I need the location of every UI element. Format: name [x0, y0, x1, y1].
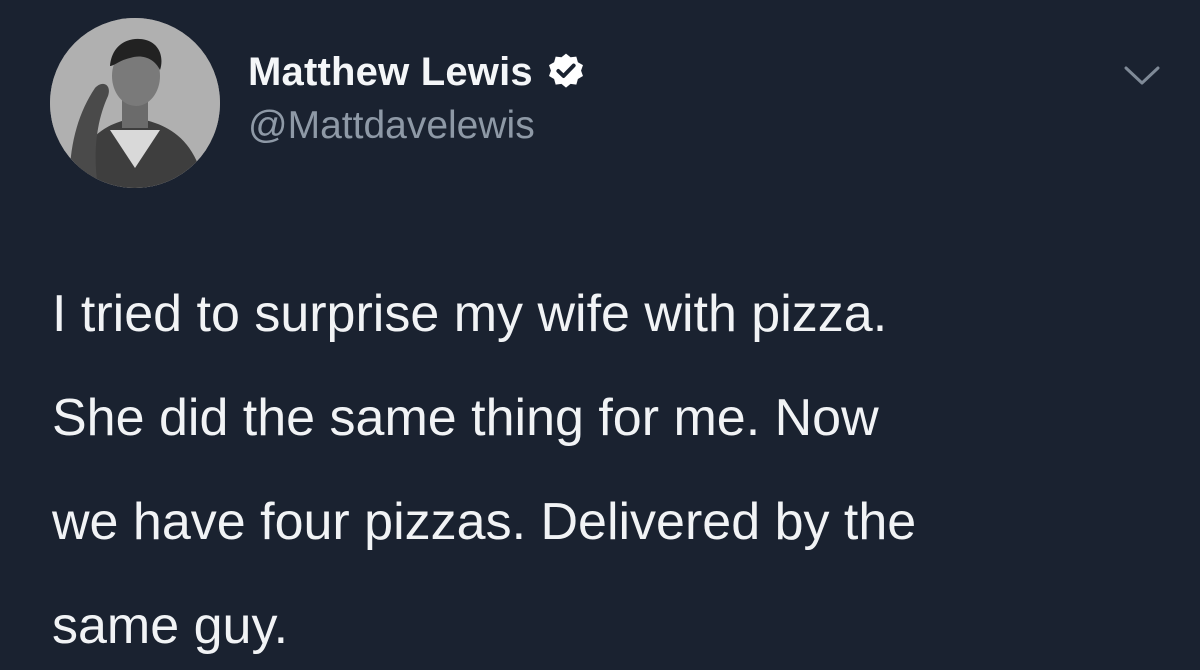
- verified-badge-icon: [545, 51, 587, 93]
- tweet-text-line: She did the same thing for me. Now: [52, 389, 879, 447]
- tweet-text-line: I tried to surprise my wife with pizza.: [52, 285, 888, 343]
- author-handle[interactable]: @Mattdavelewis: [248, 104, 535, 148]
- avatar[interactable]: [50, 18, 220, 188]
- tweet-text-line: we have four pizzas. Delivered by the: [52, 493, 917, 551]
- chevron-down-icon[interactable]: [1120, 58, 1164, 94]
- tweet-text-line: same guy.: [52, 597, 289, 655]
- author-name-row[interactable]: Matthew Lewis: [248, 44, 587, 100]
- tweet-text: I tried to surprise my wife with pizza. …: [52, 262, 1162, 670]
- tweet-card[interactable]: Matthew Lewis @Mattdavelewis I tried to …: [0, 0, 1200, 670]
- author-display-name[interactable]: Matthew Lewis: [248, 50, 533, 95]
- avatar-photo: [50, 18, 220, 188]
